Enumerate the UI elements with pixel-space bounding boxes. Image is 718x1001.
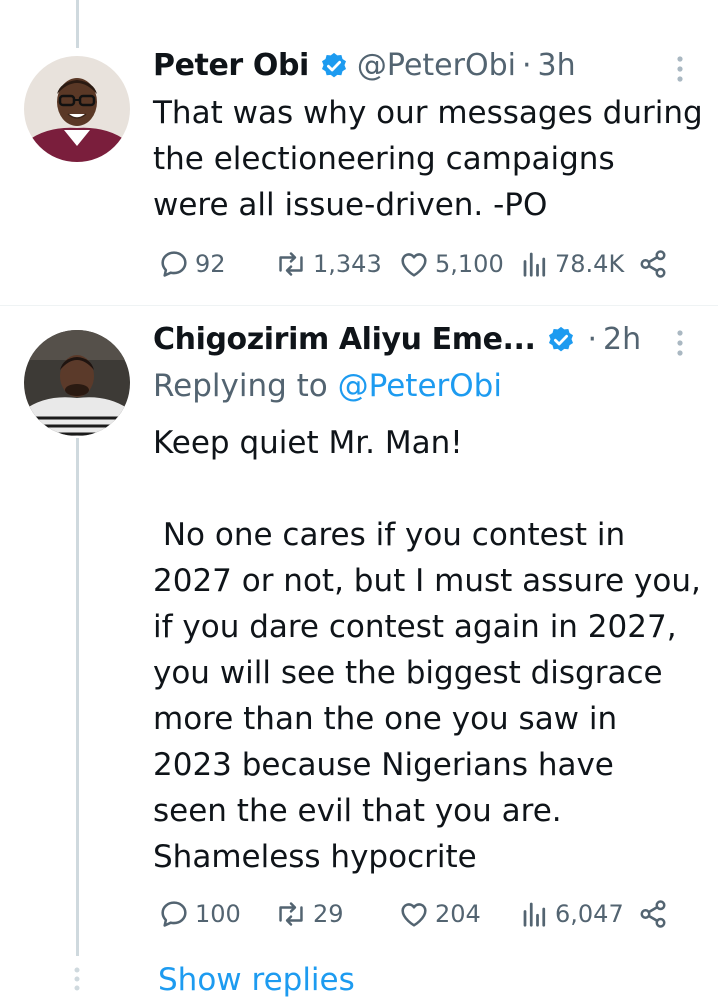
tweet-actions: 100 29 204 6,047	[158, 898, 678, 934]
like-button[interactable]: 204	[398, 898, 481, 930]
tweet-header: Chigozirim Aliyu Eme... · 2h	[153, 322, 641, 357]
retweet-count: 1,343	[313, 250, 382, 278]
views-count: 6,047	[555, 900, 624, 928]
views-button[interactable]: 6,047	[520, 898, 624, 930]
analytics-icon	[523, 252, 546, 277]
heart-icon	[401, 253, 427, 277]
author-name[interactable]: Chigozirim Aliyu Eme...	[153, 322, 536, 357]
avatar[interactable]	[24, 330, 130, 436]
separator-dot: ·	[587, 322, 598, 357]
reply-button[interactable]: 100	[158, 898, 241, 930]
reply-icon	[161, 251, 187, 277]
views-button[interactable]: 78.4K	[520, 248, 624, 280]
heart-icon	[401, 903, 427, 927]
reply-count: 100	[195, 900, 241, 928]
reply-count: 92	[195, 250, 226, 278]
retweet-count: 29	[313, 900, 344, 928]
avatar[interactable]	[24, 56, 130, 162]
tweet-actions: 92 1,343 5,100 78.4K	[158, 248, 678, 284]
replying-to-mention[interactable]: @PeterObi	[338, 368, 502, 404]
reply-button[interactable]: 92	[158, 248, 226, 280]
share-button[interactable]	[638, 898, 673, 930]
reply-icon	[161, 901, 187, 927]
replying-to: Replying to @PeterObi	[153, 368, 502, 404]
verified-badge-icon	[546, 325, 576, 355]
thread-line-top	[76, 0, 79, 48]
like-button[interactable]: 5,100	[398, 248, 504, 280]
tweet-text: That was why our messages during the ele…	[153, 95, 703, 223]
share-icon	[640, 250, 666, 278]
views-count: 78.4K	[555, 250, 625, 278]
like-count: 204	[435, 900, 481, 928]
thread-line-reply	[76, 438, 79, 956]
author-handle[interactable]: @PeterObi	[357, 48, 516, 83]
retweet-icon	[279, 252, 303, 276]
tweet-text: Keep quiet Mr. Man! No one cares if you …	[153, 425, 701, 875]
share-button[interactable]	[638, 248, 673, 280]
retweet-icon	[279, 902, 303, 926]
replying-to-label: Replying to	[153, 368, 338, 404]
more-options-icon[interactable]	[670, 56, 690, 86]
share-icon	[640, 900, 666, 928]
tweet-time[interactable]: 2h	[603, 322, 641, 357]
tweet-header: Peter Obi @PeterObi · 3h	[153, 48, 576, 83]
tweet-time[interactable]: 3h	[538, 48, 576, 83]
author-name[interactable]: Peter Obi	[153, 48, 309, 83]
show-replies-link[interactable]: Show replies	[158, 962, 355, 998]
separator-dot: ·	[521, 48, 532, 83]
previous-tweet-actions	[160, 0, 680, 8]
retweet-button[interactable]: 29	[274, 898, 344, 930]
verified-badge-icon	[319, 51, 349, 81]
thread-dots-icon	[72, 966, 82, 1000]
tweet-divider	[0, 305, 718, 306]
analytics-icon	[523, 902, 546, 927]
retweet-button[interactable]: 1,343	[274, 248, 382, 280]
like-count: 5,100	[435, 250, 504, 278]
more-options-icon[interactable]	[670, 330, 690, 360]
